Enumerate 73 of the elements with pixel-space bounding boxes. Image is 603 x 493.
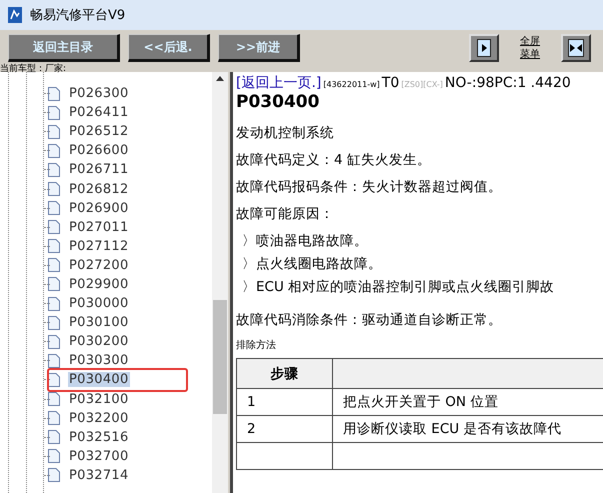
tree-item[interactable]: P026900 <box>68 200 130 216</box>
expand-button[interactable] <box>469 34 499 62</box>
file-icon <box>48 430 60 444</box>
back-link[interactable]: [返回上一页.] <box>236 74 322 92</box>
tree-item[interactable]: P030400 <box>68 372 130 388</box>
file-icon <box>48 354 60 368</box>
tree-item[interactable]: P027011 <box>68 220 130 235</box>
file-icon <box>48 296 60 311</box>
tree-item[interactable]: P030300 <box>68 353 130 368</box>
cause-item: 〉点火线圈电路故障。 <box>242 255 383 273</box>
tree-item[interactable]: P027200 <box>68 258 130 273</box>
document-id: [43622011-w] <box>323 80 380 89</box>
tree-item[interactable]: P032714 <box>68 468 130 483</box>
file-icon <box>48 277 60 292</box>
file-icon <box>48 86 60 101</box>
scroll-thumb[interactable] <box>213 300 227 414</box>
toolbar-button[interactable]: <<后退. <box>128 34 210 62</box>
method-heading: 排除方法 <box>236 338 277 352</box>
tree-item[interactable]: P026300 <box>68 86 130 102</box>
file-icon <box>48 144 60 158</box>
file-icon <box>48 182 60 196</box>
file-icon <box>48 239 60 254</box>
table-cell: 1 <box>236 388 332 416</box>
file-icon <box>48 220 60 234</box>
toolbar-button[interactable]: >>前进 <box>218 34 300 62</box>
collapse-button[interactable] <box>561 34 591 62</box>
file-icon <box>48 449 60 464</box>
scrollbar[interactable] <box>212 72 228 493</box>
tree-item[interactable]: P032516 <box>68 430 130 445</box>
tag-text: [ZS0][CX-] <box>401 80 443 89</box>
file-icon <box>48 258 60 272</box>
definition-text: 故障代码定义：4 缸失火发生。 <box>236 151 432 169</box>
tree-item[interactable]: P026411 <box>68 105 130 120</box>
number-text: NO-:98PC:1 .4420 <box>444 75 571 91</box>
tree-item[interactable]: P026812 <box>68 182 130 197</box>
arrows-icon <box>568 39 584 57</box>
file-icon <box>48 201 60 216</box>
clear-condition-text: 故障代码消除条件：驱动通道自诊断正常。 <box>236 311 503 329</box>
file-icon <box>48 411 60 426</box>
app-icon <box>8 7 22 23</box>
file-icon <box>48 468 60 482</box>
condition-text: 故障代码报码条件：失火计数器超过阀值。 <box>236 178 503 196</box>
file-icon <box>48 334 60 349</box>
window-title: 畅易汽修平台V9 <box>30 7 126 24</box>
tree-item[interactable]: P026512 <box>68 124 130 140</box>
column-header: 步骤 <box>236 358 332 388</box>
tree-item[interactable]: P030100 <box>68 315 130 330</box>
file-icon <box>48 392 60 406</box>
tree-item[interactable]: P026600 <box>68 143 130 158</box>
tree-item[interactable]: P030000 <box>68 296 130 312</box>
file-icon <box>48 316 60 330</box>
file-icon <box>48 162 60 177</box>
file-icon <box>48 106 60 120</box>
tree-item[interactable]: P032100 <box>68 392 130 407</box>
t-code: T0 <box>382 75 400 91</box>
fullscreen-menu-link[interactable]: 全屏菜单 <box>519 35 541 61</box>
toolbar-button[interactable]: 返回主目录 <box>8 34 120 62</box>
file-icon <box>48 372 60 387</box>
tree-item[interactable]: P030200 <box>68 334 130 350</box>
tree-item[interactable]: P027112 <box>68 238 130 254</box>
cause-item: 〉ECU 相对应的喷油器控制引脚或点火线圈引脚故 <box>242 278 556 296</box>
scroll-up-icon[interactable] <box>216 76 224 81</box>
tree-item[interactable]: P026711 <box>68 162 130 178</box>
tree-item[interactable]: P032200 <box>68 410 130 426</box>
vehicle-label: 当前车型：厂家: <box>0 66 68 72</box>
tree-item[interactable]: P029900 <box>68 276 130 292</box>
fault-code-heading: P030400 <box>236 92 320 112</box>
table-cell: 2 <box>236 416 332 442</box>
cause-item: 〉喷油器电路故障。 <box>242 232 369 250</box>
file-icon <box>48 124 60 139</box>
tree-item[interactable]: P032700 <box>68 448 130 464</box>
causes-heading: 故障可能原因： <box>236 205 335 223</box>
system-text: 发动机控制系统 <box>236 124 335 142</box>
